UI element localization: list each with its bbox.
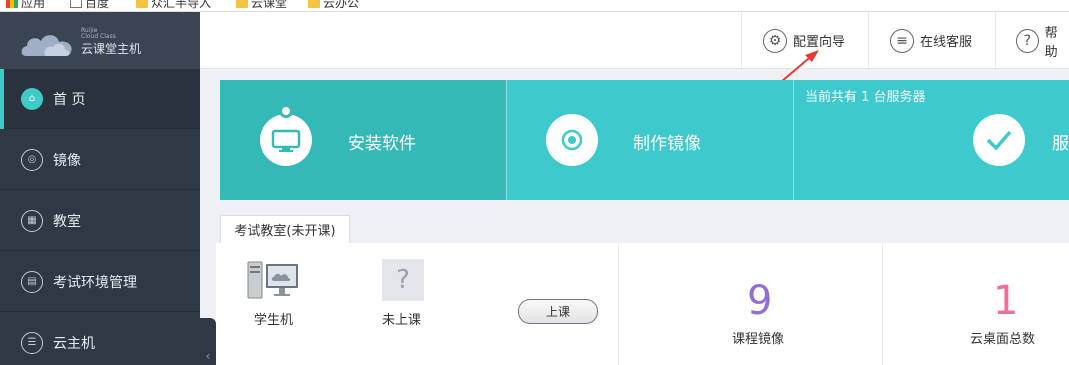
sidebar-item-exam-env[interactable]: ▤ 考试环境管理: [0, 252, 200, 312]
cloud-logo-icon: [21, 35, 72, 56]
monitor-icon: [260, 114, 312, 166]
student-pc-icon: [247, 261, 298, 299]
help-icon: ?: [1016, 28, 1039, 53]
bookmark-apps[interactable]: 应用: [6, 0, 45, 11]
sidebar-collapse-toggle[interactable]: ‹: [200, 318, 216, 365]
logo-text: 云课堂主机: [81, 42, 142, 56]
sidebar-item-label: 镜像: [53, 152, 81, 169]
cloud-desktop-count: 1: [993, 278, 1019, 324]
bookmark-folder-yunketang[interactable]: 云课堂: [236, 0, 287, 11]
sidebar-item-classroom[interactable]: ▦ 教室: [0, 191, 200, 251]
course-image-label: 课程镜像: [732, 332, 785, 347]
online-service-button[interactable]: ≡ 在线客服: [868, 12, 996, 69]
folder-icon: [308, 0, 320, 8]
sidebar-item-label: 教室: [53, 213, 81, 230]
tab-exam-classroom[interactable]: 考试教室(未开课): [220, 215, 350, 243]
building-icon: ▦: [21, 209, 43, 232]
course-image-count: 9: [747, 278, 773, 324]
bookmarks-bar: 应用 百度 众汇半导入 云课堂 云办公: [0, 0, 1069, 12]
cloud-desktop-label: 云桌面总数: [970, 332, 1036, 347]
student-pc-label: 学生机: [254, 313, 294, 328]
page-icon: [70, 0, 82, 8]
server-icon: ☰: [21, 331, 43, 354]
help-button[interactable]: ? 帮助: [995, 12, 1069, 69]
logo: Ruijie Cloud Class 云课堂主机: [0, 12, 200, 69]
exam-env-icon: ▤: [21, 270, 43, 293]
sidebar-item-home[interactable]: ⌂ 首 页: [0, 69, 200, 129]
home-icon: ⌂: [21, 87, 43, 110]
server-count-text: 当前共有 1 台服务器: [805, 90, 926, 105]
bookmark-folder-yunbangong[interactable]: 云办公: [308, 0, 359, 11]
start-class-button[interactable]: 上课: [518, 299, 598, 324]
check-icon: [973, 114, 1025, 166]
disc-badge-icon: [279, 104, 293, 118]
folder-icon: [136, 0, 148, 8]
sidebar: Ruijie Cloud Class 云课堂主机 ⌂ 首 页 ◎ 镜像 ▦ 教室…: [0, 12, 200, 365]
header: ⚙ 配置向导 ≡ 在线客服 ? 帮助: [200, 12, 1069, 69]
disc-icon: ◎: [21, 148, 43, 171]
chevron-left-icon: ‹: [205, 349, 211, 363]
sidebar-item-cloud-host[interactable]: ☰ 云主机: [0, 313, 200, 365]
classroom-panel: [216, 243, 1069, 365]
menu-list-icon: ≡: [890, 28, 914, 53]
bookmark-baidu[interactable]: 百度: [70, 0, 109, 11]
bookmark-folder-1[interactable]: 众汇半导入: [136, 0, 211, 11]
record-icon: [546, 114, 598, 166]
sidebar-item-label: 考试环境管理: [53, 274, 137, 291]
sidebar-item-label: 首 页: [53, 91, 86, 108]
sidebar-item-label: 云主机: [53, 335, 95, 352]
folder-icon: [236, 0, 248, 8]
apps-icon: [6, 0, 18, 8]
class-status-label: 未上课: [382, 313, 422, 328]
quick-actions-banner: 安装软件 制作镜像 服: [220, 80, 1069, 200]
install-software-tile[interactable]: 安装软件: [220, 80, 507, 200]
make-image-tile[interactable]: 制作镜像: [507, 80, 794, 200]
question-mark-icon: ?: [382, 259, 424, 301]
sidebar-item-images[interactable]: ◎ 镜像: [0, 130, 200, 190]
